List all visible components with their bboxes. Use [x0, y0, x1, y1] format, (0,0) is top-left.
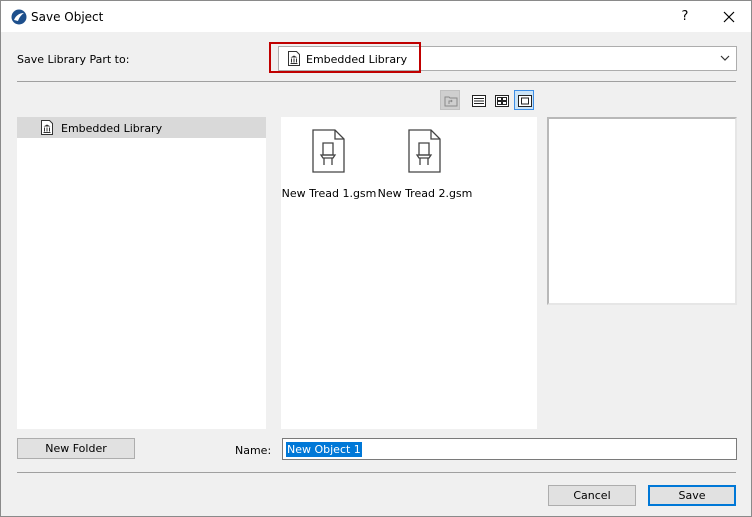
close-button[interactable]	[709, 1, 749, 32]
divider-bottom	[17, 472, 736, 473]
list-view-button[interactable]	[468, 90, 488, 110]
divider-top	[17, 81, 736, 82]
name-label: Name:	[235, 444, 272, 457]
library-icon	[41, 120, 53, 135]
archicad-app-icon	[11, 9, 27, 25]
list-view-icon	[472, 95, 486, 107]
small-icons-view-button[interactable]	[491, 90, 511, 110]
highlight-annotation-box	[269, 42, 421, 73]
save-location-label: Save Library Part to:	[17, 53, 130, 66]
grid-view-icon	[495, 95, 509, 107]
file-name: New Tread 1.gsm	[281, 187, 377, 200]
window-title: Save Object	[31, 10, 104, 24]
library-tree-panel: Embedded Library	[17, 117, 266, 429]
object-file-icon	[408, 129, 441, 173]
title-bar: Save Object ?	[1, 1, 751, 32]
file-item[interactable]: New Tread 1.gsm	[281, 129, 377, 209]
save-button[interactable]: Save	[648, 485, 736, 506]
file-browser-panel: New Tread 1.gsm New Tread 2.gsm	[281, 117, 537, 429]
preview-panel	[547, 117, 737, 305]
chevron-down-icon	[720, 55, 730, 61]
parent-folder-button[interactable]	[440, 90, 460, 110]
file-name: New Tread 2.gsm	[377, 187, 473, 200]
close-icon	[723, 11, 735, 23]
cancel-button[interactable]: Cancel	[548, 485, 636, 506]
name-input[interactable]: New Object 1	[282, 438, 737, 460]
tree-item-embedded-library[interactable]: Embedded Library	[17, 117, 266, 138]
new-folder-button[interactable]: New Folder	[17, 438, 135, 459]
help-button[interactable]: ?	[665, 1, 705, 32]
folder-up-icon	[444, 96, 458, 107]
large-icons-view-button[interactable]	[514, 90, 534, 110]
name-input-value: New Object 1	[286, 442, 362, 457]
save-object-dialog: Save Object ? Save Library Part to: Embe…	[0, 0, 752, 517]
file-item[interactable]: New Tread 2.gsm	[377, 129, 473, 209]
object-file-icon	[312, 129, 345, 173]
large-icon-view-icon	[518, 95, 532, 107]
tree-item-label: Embedded Library	[61, 122, 163, 135]
